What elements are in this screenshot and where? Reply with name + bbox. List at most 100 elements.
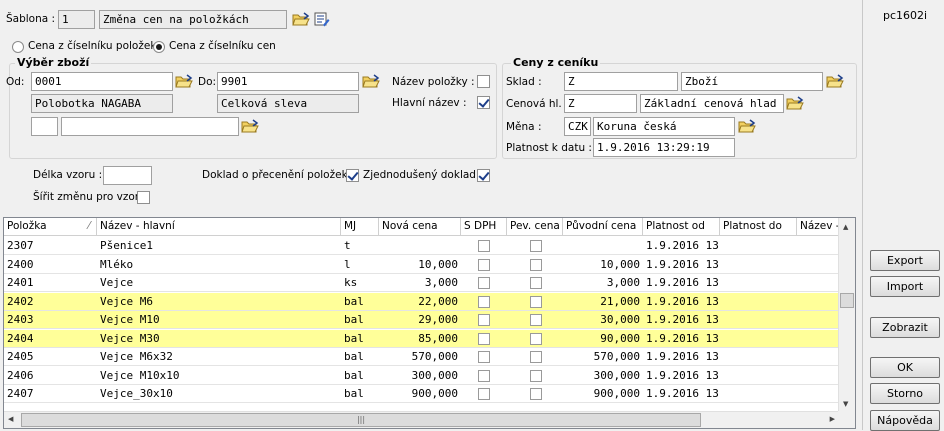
col-header-polozka[interactable]: Položka ⁄ — [4, 218, 97, 236]
cell-nazev[interactable]: Vejce_30x10 — [97, 385, 341, 403]
hlavni-nazev-checkbox[interactable] — [477, 96, 490, 109]
table-row[interactable]: 2405 Vejce M6x32 bal 570,000 570,000 1.9.2016… — [4, 348, 839, 366]
folder-open-icon[interactable] — [826, 74, 844, 89]
cell-platnost-od[interactable]: 1.9.2016 13 — [643, 237, 720, 255]
cell-platnost-od[interactable]: 1.9.2016 13 — [643, 311, 720, 329]
cell-nova-cena[interactable]: 3,000 — [379, 274, 461, 292]
cell-nazev[interactable]: Vejce M30 — [97, 330, 341, 348]
cell-mj[interactable]: bal — [341, 385, 379, 403]
sablona-name-field[interactable]: Změna cen na položkách — [99, 10, 287, 29]
doklad-checkbox[interactable] — [346, 169, 359, 182]
cell-mj[interactable]: ks — [341, 274, 379, 292]
cell-platnost-od[interactable]: 1.9.2016 13 — [643, 256, 720, 274]
col-header-platnost-od[interactable]: Platnost od — [643, 218, 720, 236]
folder-open-icon[interactable] — [241, 119, 259, 134]
col-header-s-dph[interactable]: S DPH — [461, 218, 507, 236]
col-header-platnost-do[interactable]: Platnost do — [720, 218, 797, 236]
cenova-code-field[interactable]: Z — [564, 94, 637, 113]
cell-puvodni-cena[interactable]: 570,000 — [563, 348, 643, 366]
sklad-code-field[interactable]: Z — [564, 72, 678, 91]
do-field[interactable]: 9901 — [217, 72, 359, 91]
cell-puvodni-cena[interactable]: 30,000 — [563, 311, 643, 329]
radio-cena-cen[interactable] — [153, 41, 165, 53]
cell-platnost-od[interactable]: 1.9.2016 13 — [643, 348, 720, 366]
scroll-down-icon[interactable]: ▼ — [843, 400, 848, 408]
extra-code-field[interactable] — [31, 117, 58, 136]
cell-nova-cena[interactable]: 900,000 — [379, 385, 461, 403]
pev-cena-checkbox[interactable] — [530, 332, 542, 345]
storno-button[interactable]: Storno — [870, 383, 940, 404]
scroll-left-icon[interactable]: ◀ — [8, 415, 13, 423]
s-dph-checkbox[interactable] — [478, 369, 490, 382]
s-dph-checkbox[interactable] — [478, 314, 490, 326]
folder-open-icon[interactable] — [362, 74, 380, 89]
cell-mj[interactable]: l — [341, 256, 379, 274]
cell-nova-cena[interactable]: 22,000 — [379, 293, 461, 311]
cell-polozka[interactable]: 2403 — [4, 311, 97, 329]
s-dph-checkbox[interactable] — [478, 295, 490, 308]
mena-code-field[interactable]: CZK — [564, 117, 591, 136]
cell-polozka[interactable]: 2407 — [4, 385, 97, 403]
edit-list-icon[interactable] — [314, 12, 330, 27]
cell-polozka[interactable]: 2307 — [4, 237, 97, 255]
cell-nova-cena[interactable]: 85,000 — [379, 330, 461, 348]
cell-nazev[interactable]: Pšenice1 — [97, 237, 341, 255]
cell-polozka[interactable]: 2406 — [4, 367, 97, 385]
cell-nova-cena[interactable] — [379, 237, 461, 255]
scroll-thumb[interactable] — [840, 293, 854, 308]
cell-polozka[interactable]: 2402 — [4, 293, 97, 311]
cell-mj[interactable]: bal — [341, 330, 379, 348]
cell-polozka[interactable]: 2401 — [4, 274, 97, 292]
sablona-number-field[interactable]: 1 — [58, 10, 95, 29]
cell-puvodni-cena[interactable]: 300,000 — [563, 367, 643, 385]
napoveda-button[interactable]: Nápověda — [870, 410, 940, 431]
grid-horizontal-scrollbar[interactable]: ◀ ||| ▶ — [4, 411, 839, 428]
cell-nova-cena[interactable]: 300,000 — [379, 367, 461, 385]
cell-mj[interactable]: bal — [341, 311, 379, 329]
table-row[interactable]: 2402 Vejce M6 bal 22,000 21,000 1.9.2016 13 — [4, 292, 839, 311]
cell-nova-cena[interactable]: 29,000 — [379, 311, 461, 329]
cell-mj[interactable]: bal — [341, 348, 379, 366]
s-dph-checkbox[interactable] — [478, 258, 490, 271]
platnost-field[interactable]: 1.9.2016 13:29:19 — [593, 138, 735, 157]
grid-vertical-scrollbar[interactable]: ▲ ▼ — [838, 218, 855, 412]
s-dph-checkbox[interactable] — [478, 277, 490, 289]
folder-open-icon[interactable] — [292, 12, 310, 27]
table-row[interactable]: 2407 Vejce_30x10 bal 900,000 900,000 1.9.2016… — [4, 385, 839, 403]
folder-open-icon[interactable] — [738, 119, 756, 134]
s-dph-checkbox[interactable] — [478, 332, 490, 345]
pev-cena-checkbox[interactable] — [530, 295, 542, 308]
radio-cena-polozek[interactable] — [12, 41, 24, 53]
pev-cena-checkbox[interactable] — [530, 314, 542, 326]
table-row[interactable]: 2400 Mléko l 10,000 10,000 1.9.2016 13 — [4, 256, 839, 274]
cell-puvodni-cena[interactable]: 10,000 — [563, 256, 643, 274]
nazev-polozky-checkbox[interactable] — [477, 75, 490, 88]
col-header-nazev[interactable]: Název - hlavní — [97, 218, 341, 236]
s-dph-checkbox[interactable] — [478, 240, 490, 252]
extra-name-field[interactable] — [61, 117, 239, 136]
cell-nazev[interactable]: Vejce M10x10 — [97, 367, 341, 385]
cell-polozka[interactable]: 2405 — [4, 348, 97, 366]
ok-button[interactable]: OK — [870, 357, 940, 378]
cell-platnost-od[interactable]: 1.9.2016 13 — [643, 330, 720, 348]
sklad-name-field[interactable]: Zboží — [681, 72, 823, 91]
table-row[interactable]: 2406 Vejce M10x10 bal 300,000 300,000 1.9.201… — [4, 367, 839, 385]
sirit-checkbox[interactable] — [137, 191, 150, 204]
cell-platnost-od[interactable]: 1.9.2016 13 — [643, 293, 720, 311]
export-button[interactable]: Export — [870, 250, 940, 271]
s-dph-checkbox[interactable] — [478, 388, 490, 400]
cell-puvodni-cena[interactable]: 900,000 — [563, 385, 643, 403]
table-row[interactable]: 2404 Vejce M30 bal 85,000 90,000 1.9.2016 13 — [4, 329, 839, 348]
zobrazit-button[interactable]: Zobrazit — [870, 317, 940, 338]
col-header-nazev-2[interactable]: Název - — [797, 218, 839, 236]
cell-platnost-od[interactable]: 1.9.2016 13 — [643, 367, 720, 385]
import-button[interactable]: Import — [870, 276, 940, 297]
delka-field[interactable] — [103, 166, 152, 185]
items-grid[interactable]: Položka ⁄ Název - hlavní MJ Nová cena S D… — [3, 217, 856, 429]
cell-platnost-od[interactable]: 1.9.2016 13 — [643, 274, 720, 292]
cell-puvodni-cena[interactable]: 3,000 — [563, 274, 643, 292]
cell-nazev[interactable]: Vejce — [97, 274, 341, 292]
col-header-nova-cena[interactable]: Nová cena — [379, 218, 461, 236]
hscroll-thumb[interactable]: ||| — [21, 413, 701, 427]
cell-puvodni-cena[interactable] — [563, 237, 643, 255]
